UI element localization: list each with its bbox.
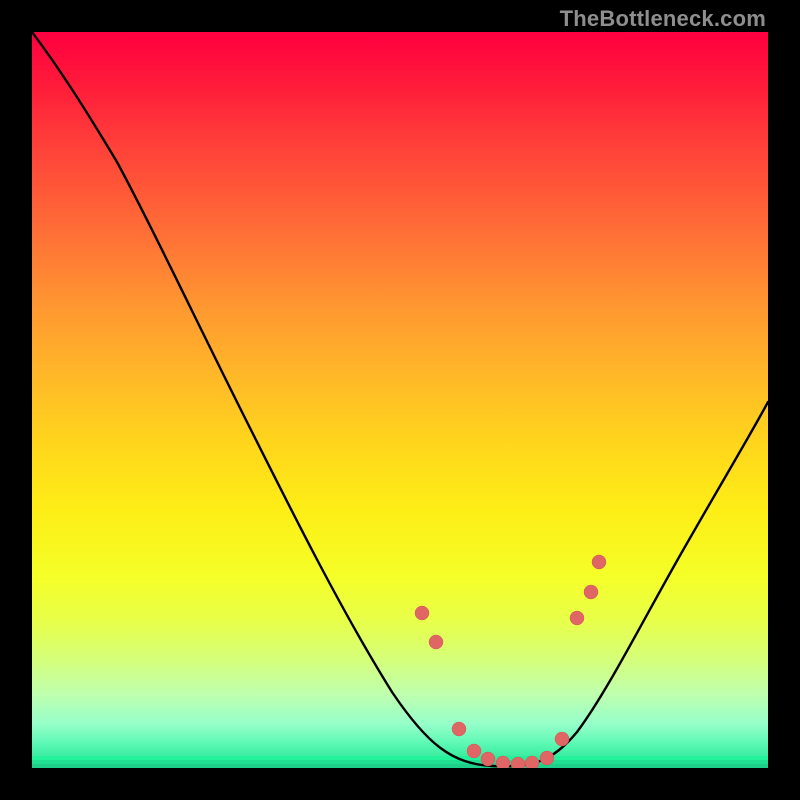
chart-frame: TheBottleneck.com bbox=[0, 0, 800, 800]
dot bbox=[525, 756, 539, 768]
dot bbox=[415, 606, 429, 620]
dot bbox=[496, 756, 510, 768]
dot bbox=[592, 555, 606, 569]
marker-dots-group bbox=[415, 555, 606, 768]
dot bbox=[555, 732, 569, 746]
dot bbox=[540, 751, 554, 765]
dot bbox=[570, 611, 584, 625]
dot bbox=[584, 585, 598, 599]
plot-area bbox=[32, 32, 768, 768]
dot bbox=[481, 752, 495, 766]
dot bbox=[452, 722, 466, 736]
bottleneck-curve-path bbox=[32, 32, 768, 766]
curve-svg bbox=[32, 32, 768, 768]
watermark-text: TheBottleneck.com bbox=[560, 6, 766, 32]
dot bbox=[429, 635, 443, 649]
dot bbox=[467, 744, 481, 758]
dot bbox=[511, 757, 525, 768]
